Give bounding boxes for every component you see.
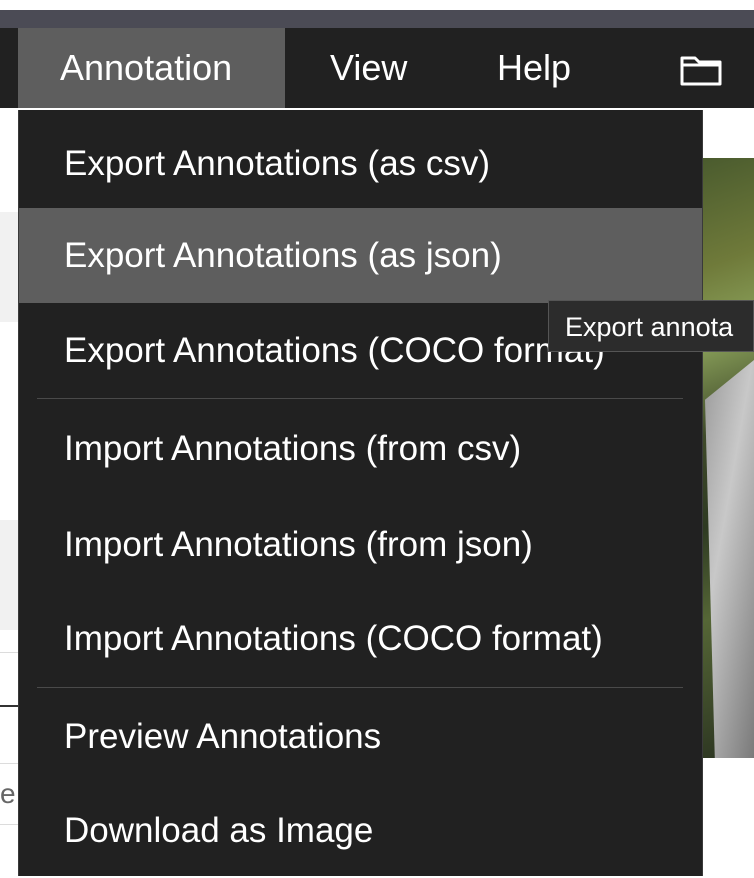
menu-separator	[37, 687, 683, 688]
folder-icon[interactable]	[680, 54, 722, 86]
menu-item-import-coco[interactable]: Import Annotations (COCO format)	[19, 591, 702, 686]
background-block	[0, 212, 20, 322]
menu-annotation[interactable]: Annotation	[18, 28, 285, 108]
menu-item-import-json[interactable]: Import Annotations (from json)	[19, 497, 702, 592]
annotation-dropdown-menu: Export Annotations (as csv) Export Annot…	[18, 110, 703, 876]
background-divider	[0, 705, 20, 707]
background-divider	[0, 763, 20, 764]
background-divider	[0, 824, 20, 825]
menu-separator	[37, 398, 683, 399]
background-text: e	[0, 778, 16, 809]
window-titlebar	[0, 10, 754, 28]
menu-item-export-json[interactable]: Export Annotations (as json)	[19, 208, 702, 303]
menubar: Annotation View Help	[0, 28, 754, 108]
menu-help[interactable]: Help	[497, 28, 571, 108]
menu-view[interactable]: View	[330, 28, 407, 108]
menu-item-import-csv[interactable]: Import Annotations (from csv)	[19, 401, 702, 496]
background-divider	[0, 652, 20, 653]
background-block	[0, 520, 20, 630]
menu-item-preview[interactable]: Preview Annotations	[19, 689, 702, 784]
menu-item-export-csv[interactable]: Export Annotations (as csv)	[19, 116, 702, 211]
window-top-strip	[0, 0, 754, 10]
menu-item-download-image[interactable]: Download as Image	[19, 783, 702, 878]
tooltip: Export annota	[548, 300, 754, 352]
